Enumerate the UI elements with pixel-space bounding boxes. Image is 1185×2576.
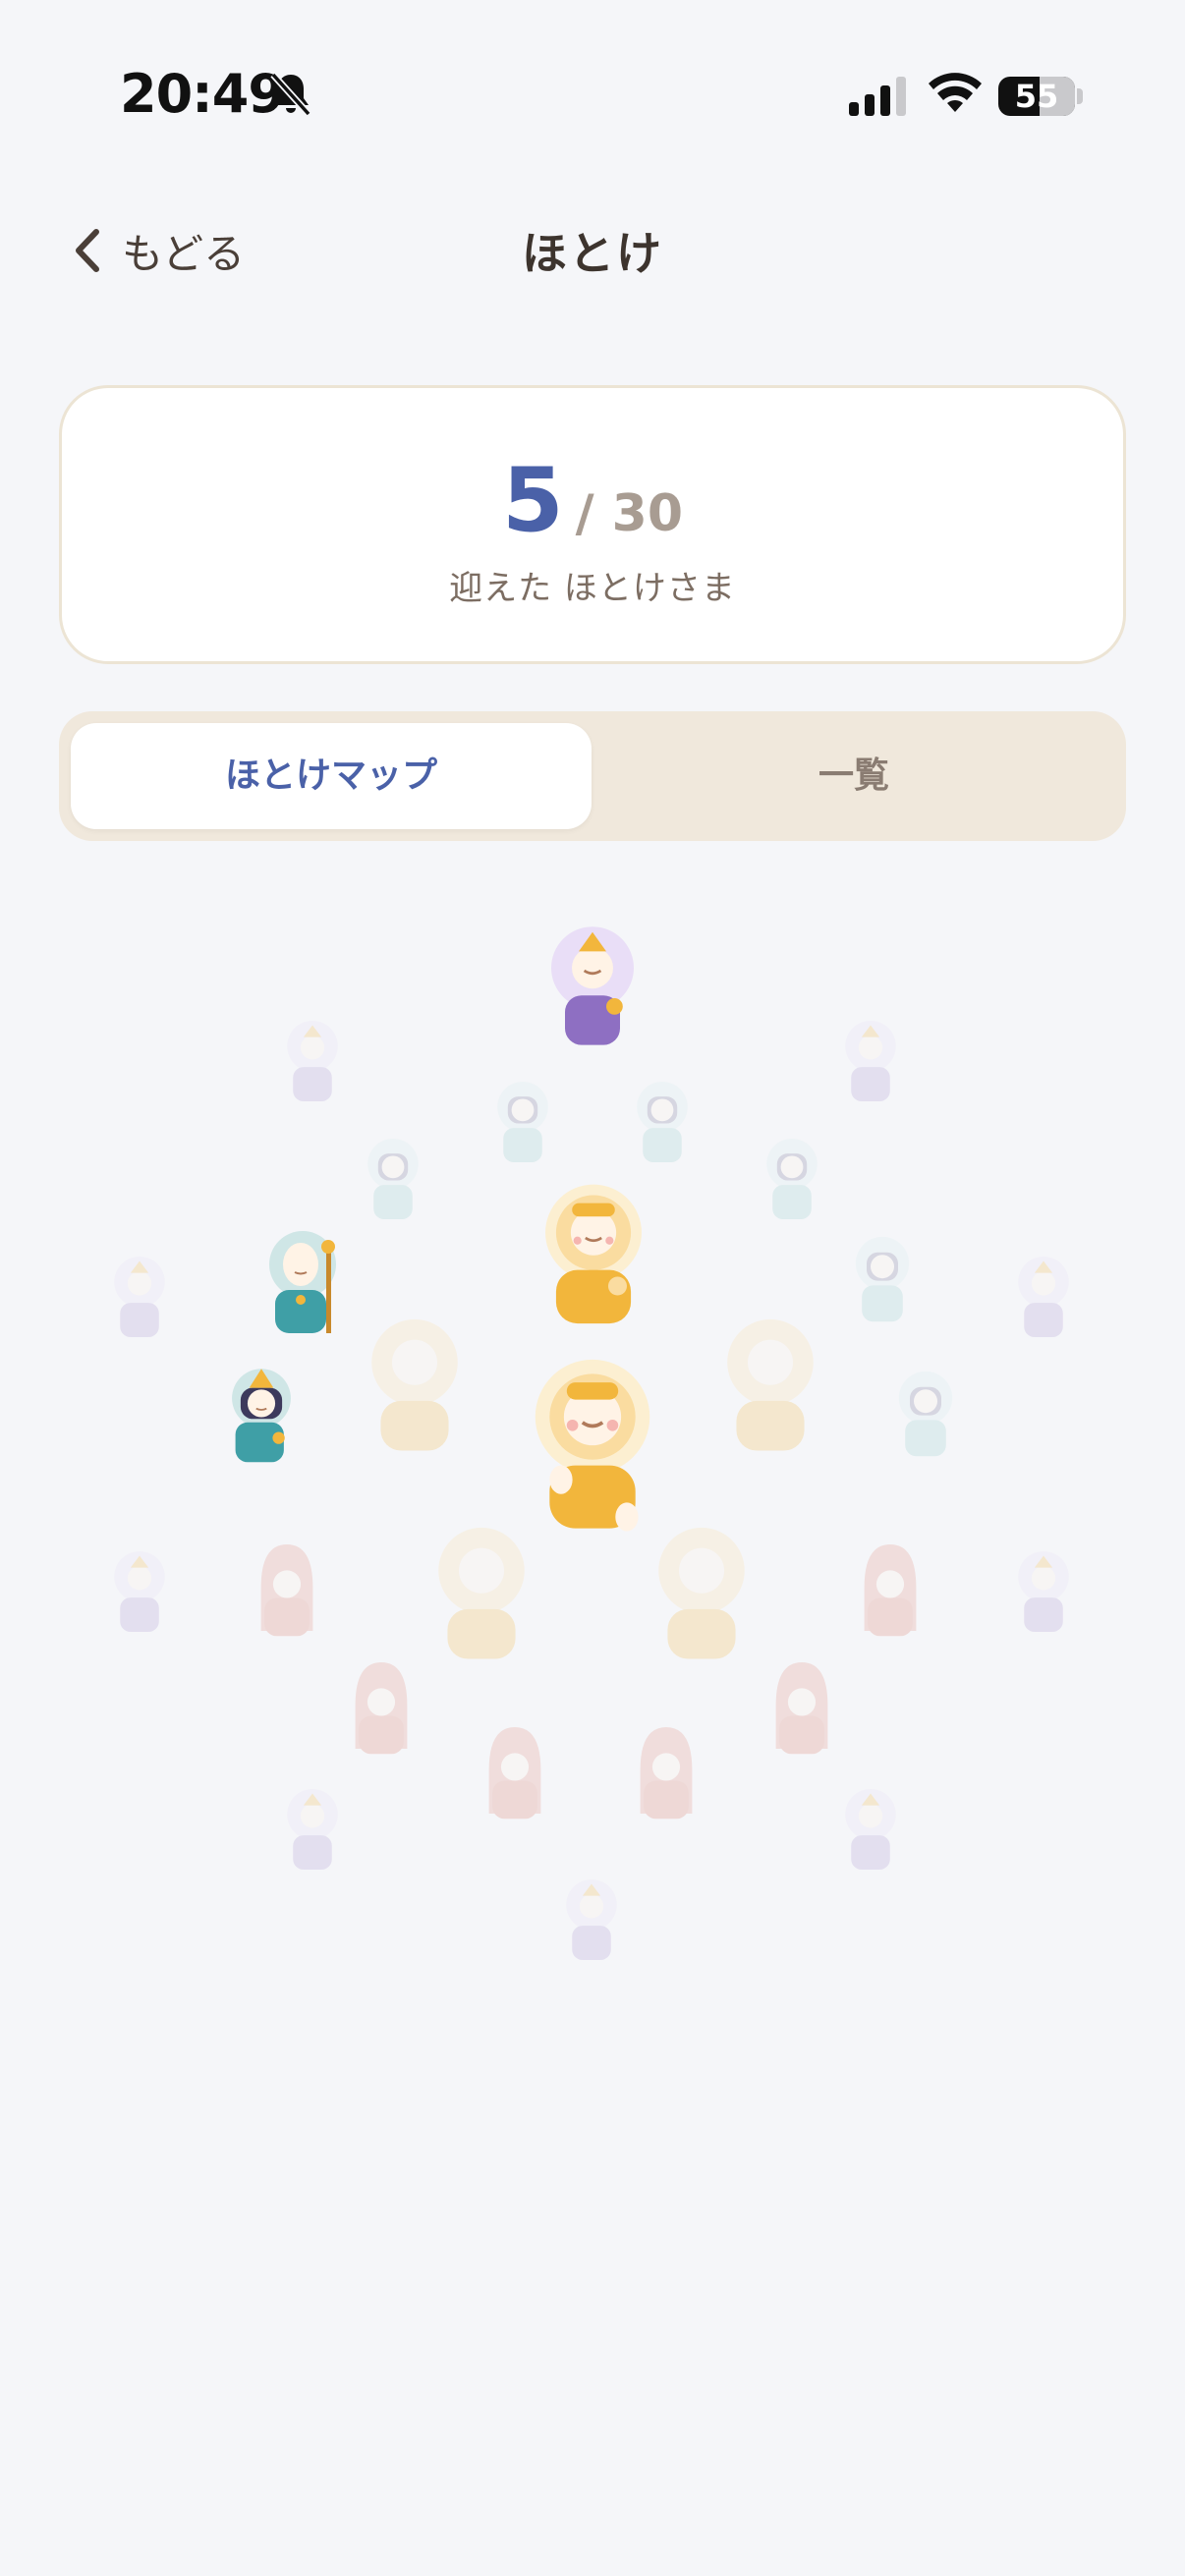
buddha-figure-locked[interactable] [886,1360,965,1468]
buddha-figure-locked[interactable] [833,1780,908,1878]
battery-cap [1077,88,1083,104]
buddha-figure-locked[interactable] [275,1780,350,1878]
buddha-figure-locked[interactable] [625,1071,700,1173]
count-row: 5/ 30 [62,449,1123,552]
wifi-icon [928,71,983,116]
buddha-figure-locked[interactable] [833,1012,908,1110]
buddha-figure-locked[interactable] [102,1248,177,1346]
buddha-figure-locked[interactable] [102,1542,177,1641]
buddha-figure-locked[interactable] [1006,1248,1081,1346]
buddha-figure-teal-crowned[interactable] [218,1360,305,1468]
buddha-figure-locked[interactable] [472,1715,558,1825]
buddha-figure-locked[interactable] [759,1651,845,1761]
buddha-map [0,884,1185,2063]
battery-level: 55 [1014,78,1059,115]
page-title: ほとけ [522,227,663,280]
battery-icon: 55 [998,77,1075,116]
collected-count: 5 [501,449,564,552]
tab-list[interactable]: 一覧 [593,723,1114,829]
buddha-figure-gold-large[interactable] [521,1354,664,1533]
buddha-figure-locked[interactable] [713,1313,827,1454]
buddha-figure-locked[interactable] [244,1533,330,1643]
tab-buddha-map[interactable]: ほとけマップ [71,723,592,829]
buddha-figure-locked[interactable] [1006,1542,1081,1641]
buddha-figure-locked[interactable] [623,1715,709,1825]
buddha-figure-gold-medium[interactable] [527,1179,660,1326]
buddha-figure-locked[interactable] [847,1533,933,1643]
buddha-figure-locked[interactable] [554,1871,629,1969]
signal-icon [849,77,908,116]
buddha-figure-locked[interactable] [843,1228,922,1330]
total-count: / 30 [575,484,684,543]
buddha-figure-locked[interactable] [338,1651,424,1761]
buddha-map-screen: 20:49 55 もどる ほとけ 5 / 30 迎えた ほとけさま ほとけマップ… [0,0,1185,2576]
navigation-bar: もどる ほとけ [0,187,1185,314]
buddha-figure-locked[interactable] [485,1071,560,1173]
counter-caption: 迎えた ほとけさま [449,569,736,608]
status-time: 20:49 [120,63,285,125]
status-bar: 20:49 55 [0,0,1185,187]
buddha-figure-locked[interactable] [275,1012,350,1110]
buddha-figure-locked[interactable] [755,1128,829,1230]
buddha-figure-top-purple[interactable] [521,916,664,1053]
bell-slash-icon [269,71,312,118]
collection-counter-card: 5/ 30 迎えた ほとけさま [59,385,1126,664]
buddha-figure-locked[interactable] [645,1521,759,1662]
buddha-figure-locked[interactable] [356,1128,430,1230]
buddha-figure-teal-monk[interactable] [254,1228,352,1338]
buddha-figure-locked[interactable] [358,1313,472,1454]
buddha-figure-locked[interactable] [424,1521,538,1662]
view-switcher: ほとけマップ 一覧 [59,711,1126,841]
